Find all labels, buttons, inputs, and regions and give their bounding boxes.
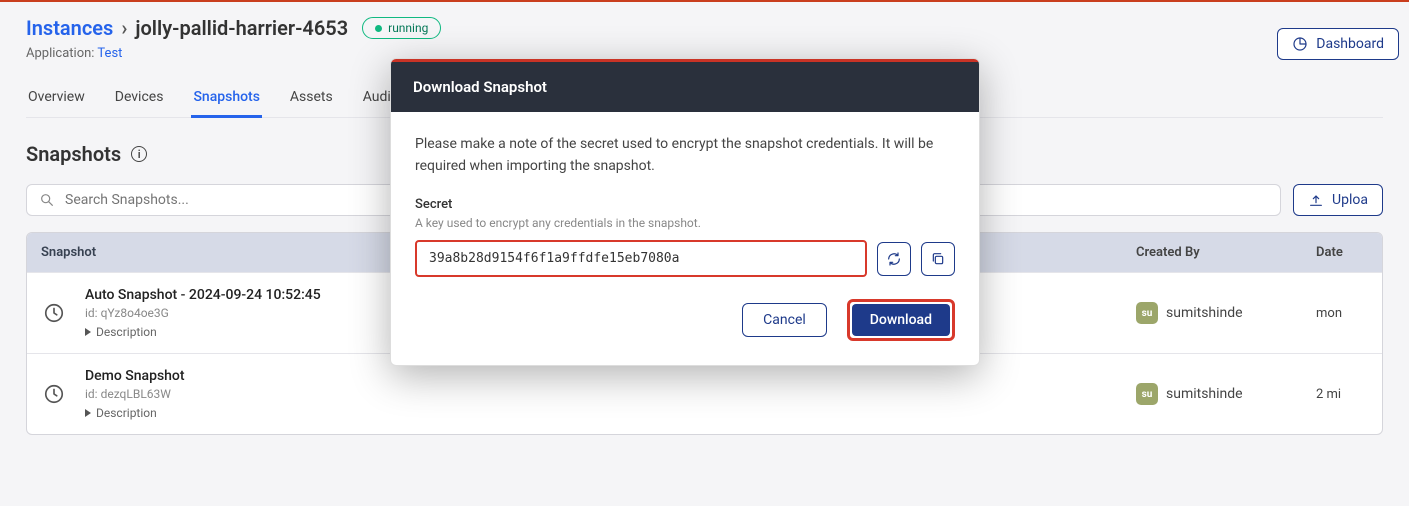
application-label: Application:: [26, 46, 94, 61]
copy-icon: [930, 251, 946, 267]
application-link[interactable]: Test: [97, 46, 122, 61]
snapshot-id: id: dezqLBL63W: [85, 387, 185, 401]
download-button-highlight: Download: [847, 299, 955, 341]
snapshot-description-toggle[interactable]: Description: [85, 406, 185, 420]
date-cell: 2 mi: [1302, 375, 1382, 414]
status-label: running: [388, 21, 428, 35]
col-header-date[interactable]: Date: [1302, 233, 1382, 272]
tab-devices[interactable]: Devices: [113, 83, 166, 117]
tab-overview[interactable]: Overview: [26, 83, 87, 117]
status-dot-icon: [375, 25, 382, 32]
status-badge: running: [362, 17, 441, 39]
refresh-icon: [886, 251, 902, 267]
secret-hint: A key used to encrypt any credentials in…: [415, 216, 955, 230]
upload-button[interactable]: Uploa: [1293, 184, 1383, 216]
clock-icon: [43, 302, 65, 324]
avatar: su: [1136, 383, 1158, 405]
caret-right-icon: [85, 409, 91, 417]
chevron-right-icon: ›: [121, 16, 127, 40]
snapshot-id: id: qYz8o4oe3G: [85, 306, 321, 320]
page-title: Snapshots: [26, 142, 121, 166]
copy-secret-button[interactable]: [921, 242, 955, 276]
upload-icon: [1308, 192, 1324, 208]
secret-label: Secret: [415, 197, 955, 212]
secret-input[interactable]: [415, 240, 867, 277]
regenerate-secret-button[interactable]: [877, 242, 911, 276]
modal-description: Please make a note of the secret used to…: [415, 134, 955, 177]
avatar: su: [1136, 302, 1158, 324]
breadcrumb: Instances › jolly-pallid-harrier-4653: [26, 16, 348, 40]
pie-chart-icon: [1292, 36, 1308, 52]
created-by-name: sumitshinde: [1166, 305, 1243, 321]
download-snapshot-modal: Download Snapshot Please make a note of …: [390, 58, 980, 366]
tab-snapshots[interactable]: Snapshots: [191, 83, 261, 118]
dashboard-label: Dashboard: [1316, 36, 1384, 52]
snapshot-description-toggle[interactable]: Description: [85, 325, 321, 339]
upload-label: Uploa: [1332, 192, 1368, 208]
breadcrumb-root-link[interactable]: Instances: [26, 16, 113, 40]
download-button[interactable]: Download: [852, 304, 950, 336]
info-icon[interactable]: i: [131, 146, 147, 162]
col-header-created-by[interactable]: Created By: [1122, 233, 1302, 272]
snapshot-name: Auto Snapshot - 2024-09-24 10:52:45: [85, 287, 321, 303]
caret-right-icon: [85, 328, 91, 336]
modal-title: Download Snapshot: [391, 62, 979, 112]
date-cell: mon: [1302, 294, 1382, 333]
breadcrumb-leaf: jolly-pallid-harrier-4653: [135, 16, 348, 40]
search-icon: [39, 192, 55, 208]
snapshot-name: Demo Snapshot: [85, 368, 185, 384]
cancel-button[interactable]: Cancel: [742, 303, 827, 337]
dashboard-button[interactable]: Dashboard: [1277, 28, 1399, 60]
created-by-name: sumitshinde: [1166, 386, 1243, 402]
clock-icon: [43, 383, 65, 405]
tab-assets[interactable]: Assets: [288, 83, 335, 117]
